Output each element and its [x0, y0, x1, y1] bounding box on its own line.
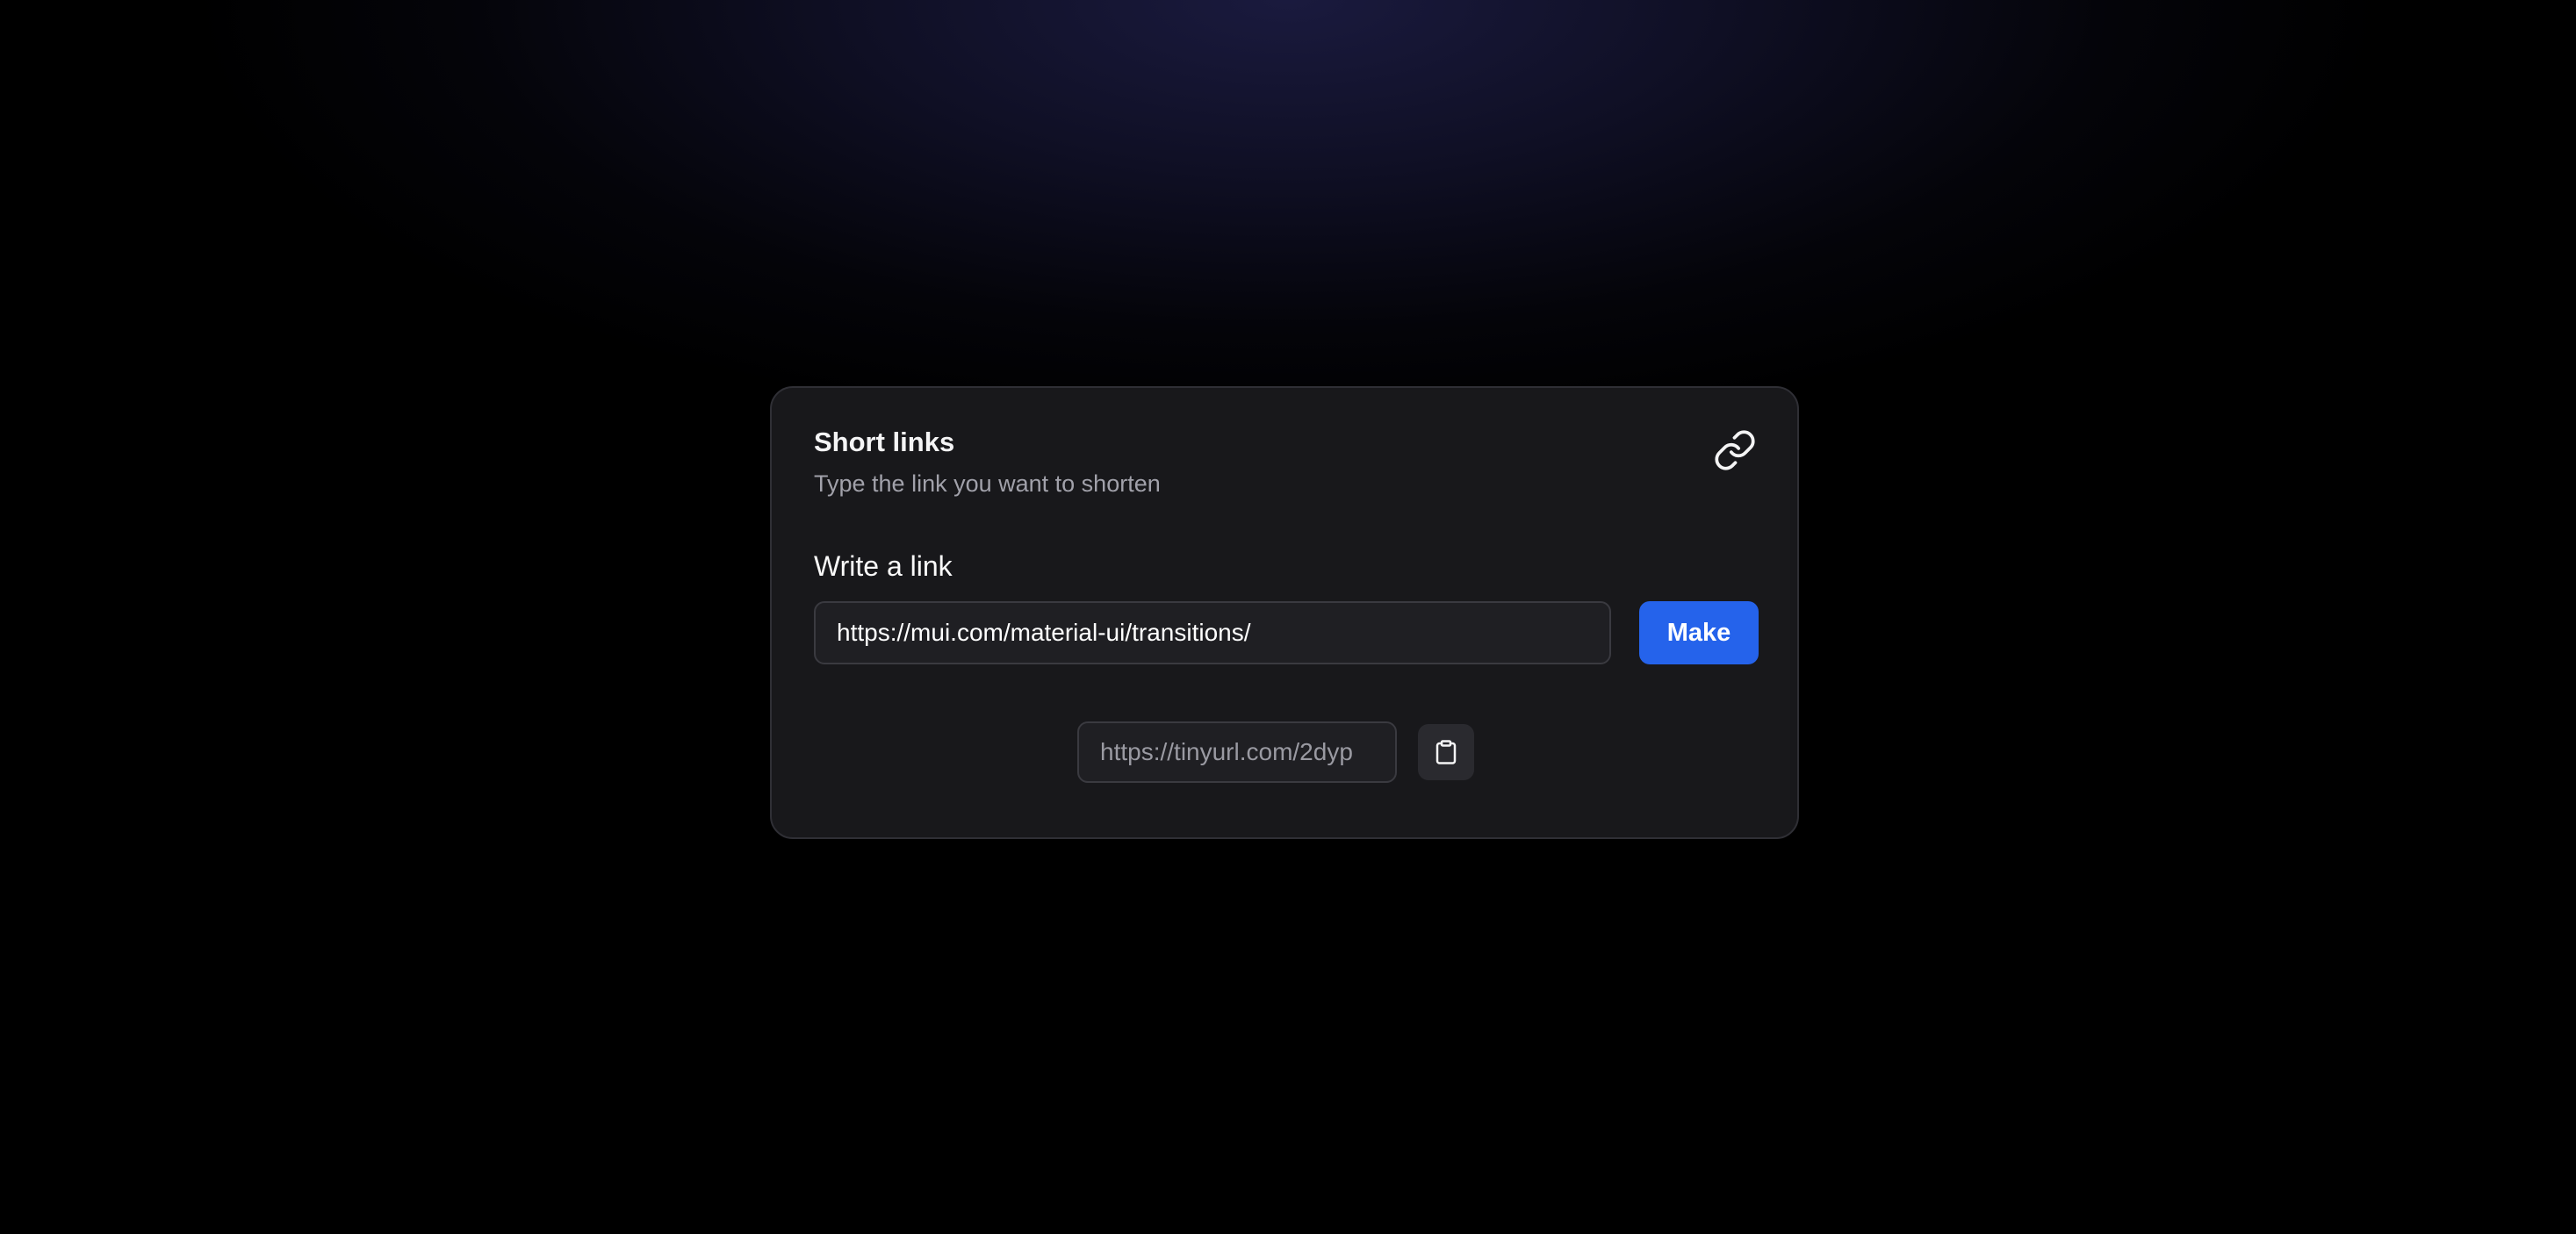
- make-button[interactable]: Make: [1639, 601, 1759, 664]
- link-field-label: Write a link: [814, 550, 953, 582]
- link-icon: [1715, 430, 1755, 470]
- card-subtitle: Type the link you want to shorten: [814, 470, 1161, 497]
- short-url-field[interactable]: [1077, 721, 1397, 783]
- url-input[interactable]: [814, 601, 1611, 664]
- short-links-card: Short links Type the link you want to sh…: [770, 386, 1799, 839]
- clipboard-icon: [1436, 740, 1457, 764]
- card-title: Short links: [814, 427, 955, 457]
- copy-button[interactable]: [1418, 724, 1474, 780]
